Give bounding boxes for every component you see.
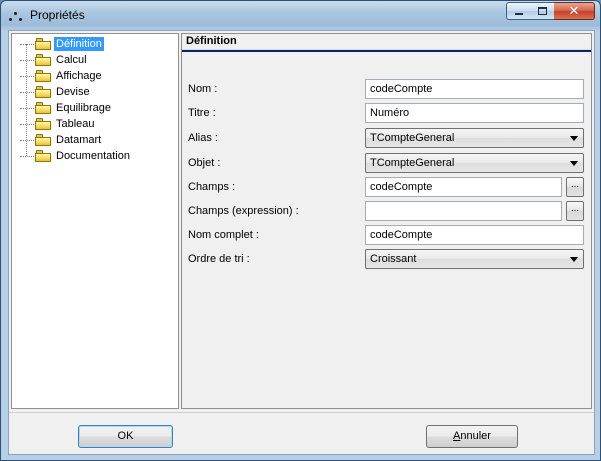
tree-item-documentation[interactable]: Documentation xyxy=(20,148,132,164)
tree-item-calcul[interactable]: Calcul xyxy=(20,52,89,68)
objet-select[interactable]: TCompteGeneral xyxy=(365,153,584,173)
alias-select-value: TCompteGeneral xyxy=(370,132,455,144)
tree-item-equilibrage[interactable]: Equilibrage xyxy=(20,100,113,116)
properties-dialog: Propriétés ✕ Définition Calcul Affichage… xyxy=(0,0,601,461)
folder-icon xyxy=(35,102,51,114)
tree-branch xyxy=(20,91,34,93)
cancel-label-rest: nnuler xyxy=(460,430,491,442)
minimize-icon xyxy=(514,12,523,15)
tree-item-label: Affichage xyxy=(56,70,102,82)
tree-item-label: Calcul xyxy=(56,54,87,66)
champs-expression-label: Champs (expression) : xyxy=(188,205,299,217)
tree-branch xyxy=(20,107,34,109)
tree-branch xyxy=(20,155,34,157)
tree-item-devise[interactable]: Devise xyxy=(20,84,92,100)
tree-branch xyxy=(20,43,34,45)
panel-header: Définition xyxy=(182,34,591,52)
tree-item-label: Equilibrage xyxy=(56,102,112,114)
nom-complet-input[interactable]: codeCompte xyxy=(365,225,584,245)
ordre-tri-select-value: Croissant xyxy=(370,253,417,265)
definition-panel: Définition Nom : codeCompte Titre : Numé… xyxy=(181,33,592,409)
tree-item-label: Datamart xyxy=(56,134,102,146)
champs-expression-input[interactable] xyxy=(365,201,562,221)
tree-item-affichage[interactable]: Affichage xyxy=(20,68,104,84)
ordre-tri-select[interactable]: Croissant xyxy=(365,249,584,269)
nom-label: Nom : xyxy=(188,83,218,95)
close-icon: ✕ xyxy=(568,3,580,19)
folder-icon xyxy=(35,38,51,50)
tree-item-label: Définition xyxy=(54,37,104,51)
nom-input[interactable]: codeCompte xyxy=(365,79,584,99)
titre-input[interactable]: Numéro xyxy=(365,103,584,123)
tree-branch xyxy=(20,59,34,61)
nom-complet-label: Nom complet : xyxy=(188,229,259,241)
chevron-down-icon xyxy=(570,161,578,166)
champs-browse-button[interactable]: ... xyxy=(566,177,584,197)
folder-icon xyxy=(35,86,51,98)
alias-label: Alias : xyxy=(188,132,218,144)
category-tree[interactable]: Définition Calcul Affichage Devise Equil xyxy=(11,33,179,409)
folder-icon xyxy=(35,118,51,130)
tree-item-datamart[interactable]: Datamart xyxy=(20,132,103,148)
button-bar: OK Annuler xyxy=(9,412,594,454)
tree-item-label: Devise xyxy=(56,86,90,98)
folder-icon xyxy=(35,70,51,82)
folder-icon xyxy=(35,54,51,66)
champs-expression-browse-button[interactable]: ... xyxy=(566,201,584,221)
dialog-client-area: Définition Calcul Affichage Devise Equil xyxy=(8,30,595,455)
chevron-down-icon xyxy=(570,136,578,141)
tree-branch xyxy=(20,139,34,141)
tree-item-label: Tableau xyxy=(56,118,95,130)
close-button[interactable]: ✕ xyxy=(554,2,595,20)
ok-button[interactable]: OK xyxy=(78,425,173,448)
alias-select[interactable]: TCompteGeneral xyxy=(365,128,584,148)
titre-label: Titre : xyxy=(188,107,216,119)
folder-icon xyxy=(35,134,51,146)
title-bar[interactable]: Propriétés ✕ xyxy=(1,1,600,30)
champs-label: Champs : xyxy=(188,181,236,193)
objet-label: Objet : xyxy=(188,157,221,169)
window-title: Propriétés xyxy=(30,8,85,22)
objet-select-value: TCompteGeneral xyxy=(370,157,455,169)
maximize-button[interactable] xyxy=(530,2,555,20)
champs-input[interactable]: codeCompte xyxy=(365,177,562,197)
chevron-down-icon xyxy=(570,257,578,262)
minimize-button[interactable] xyxy=(506,2,531,20)
ordre-tri-label: Ordre de tri : xyxy=(188,253,250,265)
tree-item-definition[interactable]: Définition xyxy=(20,36,104,52)
cancel-button[interactable]: Annuler xyxy=(426,425,518,448)
app-dots-icon xyxy=(9,9,23,23)
tree-branch xyxy=(20,123,34,125)
maximize-icon xyxy=(537,7,547,15)
tree-branch xyxy=(20,75,34,77)
tree-item-tableau[interactable]: Tableau xyxy=(20,116,97,132)
folder-icon xyxy=(35,150,51,162)
tree-item-label: Documentation xyxy=(56,150,130,162)
